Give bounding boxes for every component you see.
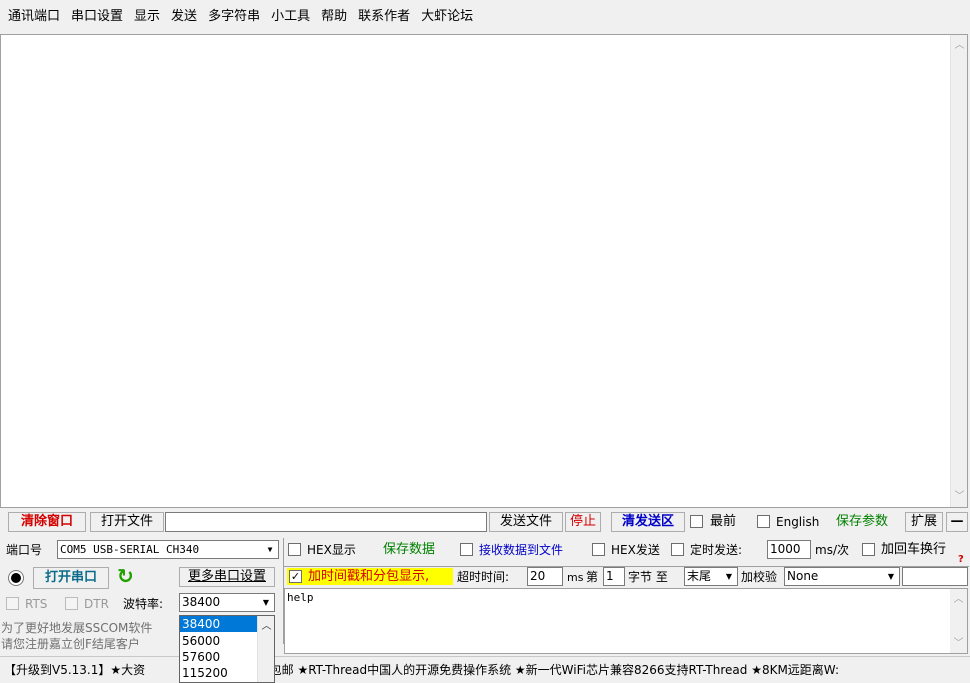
add-crlf-label: 加回车换行 — [881, 542, 947, 557]
chevron-down-icon: ▼ — [887, 572, 895, 581]
scroll-up-icon[interactable]: ︿ — [950, 591, 967, 608]
clear-window-button[interactable]: 清除窗口 — [8, 512, 86, 532]
baud-label: 波特率: — [123, 597, 164, 611]
hex-display-label: HEX显示 — [307, 543, 356, 557]
timestamp-label: 加时间戳和分包显示, — [308, 569, 430, 584]
timeout-label: 超时时间: — [457, 570, 510, 584]
baud-option-selected[interactable]: 38400 — [180, 616, 258, 632]
file-path-input[interactable] — [165, 512, 487, 532]
recv-to-file-checkbox[interactable] — [460, 543, 473, 556]
hex-display-checkbox[interactable] — [288, 543, 301, 556]
menu-serial-settings[interactable]: 串口设置 — [71, 7, 123, 27]
receive-scrollbar[interactable]: ︿ ﹀ — [950, 35, 967, 507]
baud-option[interactable]: 56000 — [180, 633, 258, 649]
scroll-down-icon[interactable]: ﹀ — [950, 635, 967, 652]
dtr-label: DTR — [84, 597, 109, 611]
menu-help[interactable]: 帮助 — [321, 7, 347, 27]
port-select[interactable]: COM5 USB-SERIAL CH340 ▼ — [57, 540, 279, 559]
ticker-text-left: 【升级到V5.13.1】★大资 — [4, 663, 146, 677]
save-data-button[interactable]: 保存数据 — [383, 542, 435, 558]
baud-value: 38400 — [182, 595, 221, 609]
hex-send-checkbox[interactable] — [592, 543, 605, 556]
baud-select[interactable]: 38400 ▼ — [179, 593, 275, 612]
open-file-button[interactable]: 打开文件 — [90, 512, 164, 532]
save-params-button[interactable]: 保存参数 — [836, 514, 888, 530]
rts-checkbox[interactable] — [6, 597, 19, 610]
dtr-checkbox[interactable] — [65, 597, 78, 610]
baud-option[interactable]: 57600 — [180, 649, 258, 665]
send-file-button[interactable]: 发送文件 — [489, 512, 563, 532]
english-label: English — [776, 515, 820, 529]
send-scrollbar[interactable]: ︿ ﹀ — [950, 589, 967, 653]
recv-to-file-label[interactable]: 接收数据到文件 — [479, 542, 563, 558]
baud-dropdown-list[interactable]: 38400 56000 57600 115200 ︿ — [179, 615, 275, 683]
checksum-select[interactable]: None ▼ — [784, 567, 900, 586]
timestamp-checkbox[interactable]: ✓ — [289, 570, 302, 583]
port-label: 端口号 — [6, 543, 43, 557]
expand-button[interactable]: 扩展 — [905, 512, 943, 532]
scroll-up-icon[interactable]: ︿ — [951, 37, 968, 54]
baud-list-scrollbar[interactable]: ︿ — [257, 616, 274, 682]
checksum-value: None — [787, 569, 819, 583]
menu-forum[interactable]: 大虾论坛 — [421, 7, 473, 27]
ticker-text-right: 9包邮 ★RT-Thread中国人的开源免费操作系统 ★新一代WiFi芯片兼容8… — [262, 663, 840, 677]
english-checkbox[interactable] — [757, 515, 770, 528]
extra-input[interactable] — [902, 567, 968, 586]
clear-send-area-button[interactable]: 清发送区 — [611, 512, 685, 532]
send-textarea[interactable]: help ︿ ﹀ — [284, 588, 968, 654]
collapse-button[interactable]: — — [946, 512, 968, 532]
baud-option[interactable]: 115200 — [180, 665, 258, 681]
status-ticker: 【升级到V5.13.1】★大资 9包邮 ★RT-Thread中国人的开源免费操作… — [0, 656, 970, 683]
stop-button[interactable]: 停止 — [565, 512, 601, 532]
port-value: COM5 USB-SERIAL CH340 — [60, 543, 200, 556]
scroll-down-icon[interactable]: ﹀ — [951, 488, 968, 505]
topmost-checkbox[interactable] — [690, 515, 703, 528]
tail-value: 末尾 — [687, 569, 712, 583]
timed-send-checkbox[interactable] — [671, 543, 684, 556]
open-port-button[interactable]: 打开串口 — [33, 567, 109, 589]
receive-textarea[interactable]: ︿ ﹀ — [0, 34, 968, 508]
scroll-up-icon[interactable]: ︿ — [258, 618, 275, 635]
promo-line-1: 为了更好地发展SSCOM软件 — [1, 621, 153, 635]
checksum-label: 加校验 — [741, 570, 778, 584]
timeout-unit: ms — [567, 571, 584, 584]
interval-unit: ms/次 — [815, 543, 849, 557]
interval-input[interactable]: 1000 — [767, 540, 811, 559]
timed-send-label: 定时发送: — [690, 543, 743, 557]
menu-multi-string[interactable]: 多字符串 — [208, 7, 260, 27]
topmost-label: 最前 — [710, 514, 737, 529]
menu-send[interactable]: 发送 — [171, 7, 197, 27]
menu-tools[interactable]: 小工具 — [271, 7, 310, 27]
rts-label: RTS — [25, 597, 48, 611]
tail-select[interactable]: 末尾 ▼ — [684, 567, 738, 586]
timeout-input[interactable]: 20 — [527, 567, 563, 586]
menu-display[interactable]: 显示 — [134, 7, 160, 27]
more-settings-button[interactable]: 更多串口设置 — [179, 567, 275, 587]
menu-comm-port[interactable]: 通讯端口 — [8, 7, 60, 27]
refresh-icon[interactable]: ↻ — [117, 565, 134, 587]
promo-line-2: 请您注册嘉立创F结尾客户 — [1, 637, 140, 651]
add-crlf-checkbox[interactable] — [862, 543, 875, 556]
byte-index-input[interactable]: 1 — [603, 567, 625, 586]
chevron-down-icon: ▼ — [725, 572, 733, 581]
byte-prefix: 第 — [586, 570, 599, 584]
menu-contact[interactable]: 联系作者 — [358, 7, 410, 27]
byte-to-label: 字节 至 — [628, 570, 668, 584]
chevron-down-icon: ▼ — [262, 598, 270, 607]
send-text: help — [287, 591, 314, 604]
record-icon — [9, 571, 23, 585]
hex-send-label: HEX发送 — [611, 543, 660, 557]
menu-bar: 通讯端口 串口设置 显示 发送 多字符串 小工具 帮助 联系作者 大虾论坛 — [0, 0, 970, 34]
chevron-down-icon: ▼ — [267, 545, 273, 554]
